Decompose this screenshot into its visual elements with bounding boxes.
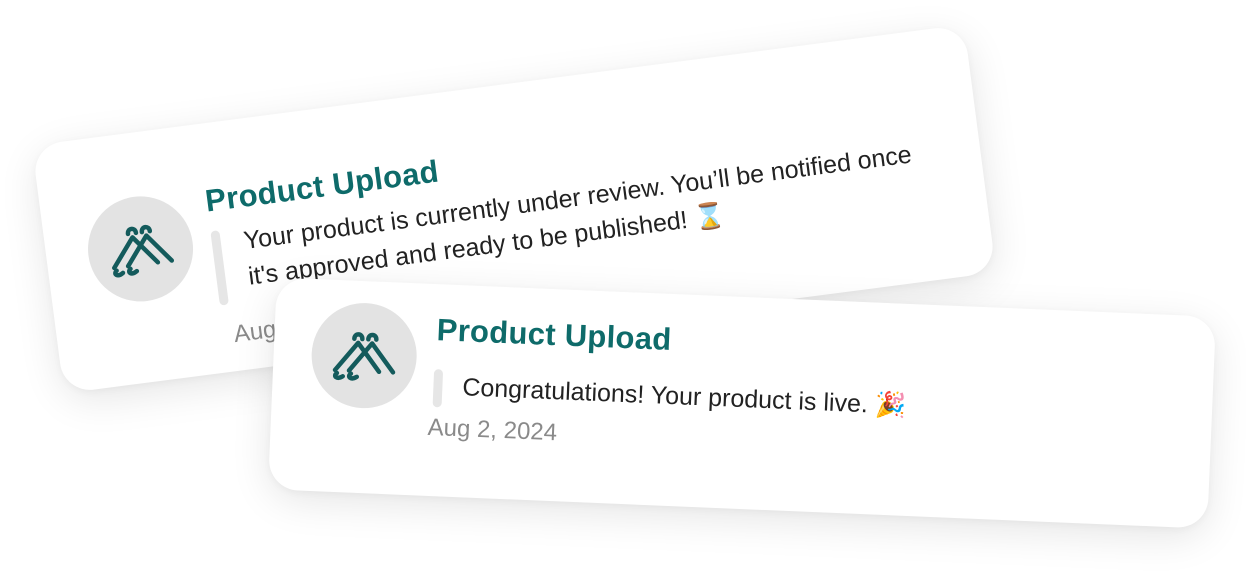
notification-stack: Product Upload Your product is currently… [0,0,1246,574]
notification-message: Your product is currently under review. … [242,140,914,291]
notification-card-live[interactable]: Product Upload Congratulations! Your pro… [267,277,1217,529]
hanger-logo-icon [112,224,175,278]
notification-date: Aug 2, 2024 [427,413,558,447]
notification-title: Product Upload [436,312,673,357]
avatar [309,300,419,411]
quote-bar [210,230,229,306]
avatar [81,190,200,308]
hanger-logo-icon [332,332,396,381]
notification-message: Congratulations! Your product is live. 🎉 [461,373,907,420]
quote-bar [432,369,444,408]
